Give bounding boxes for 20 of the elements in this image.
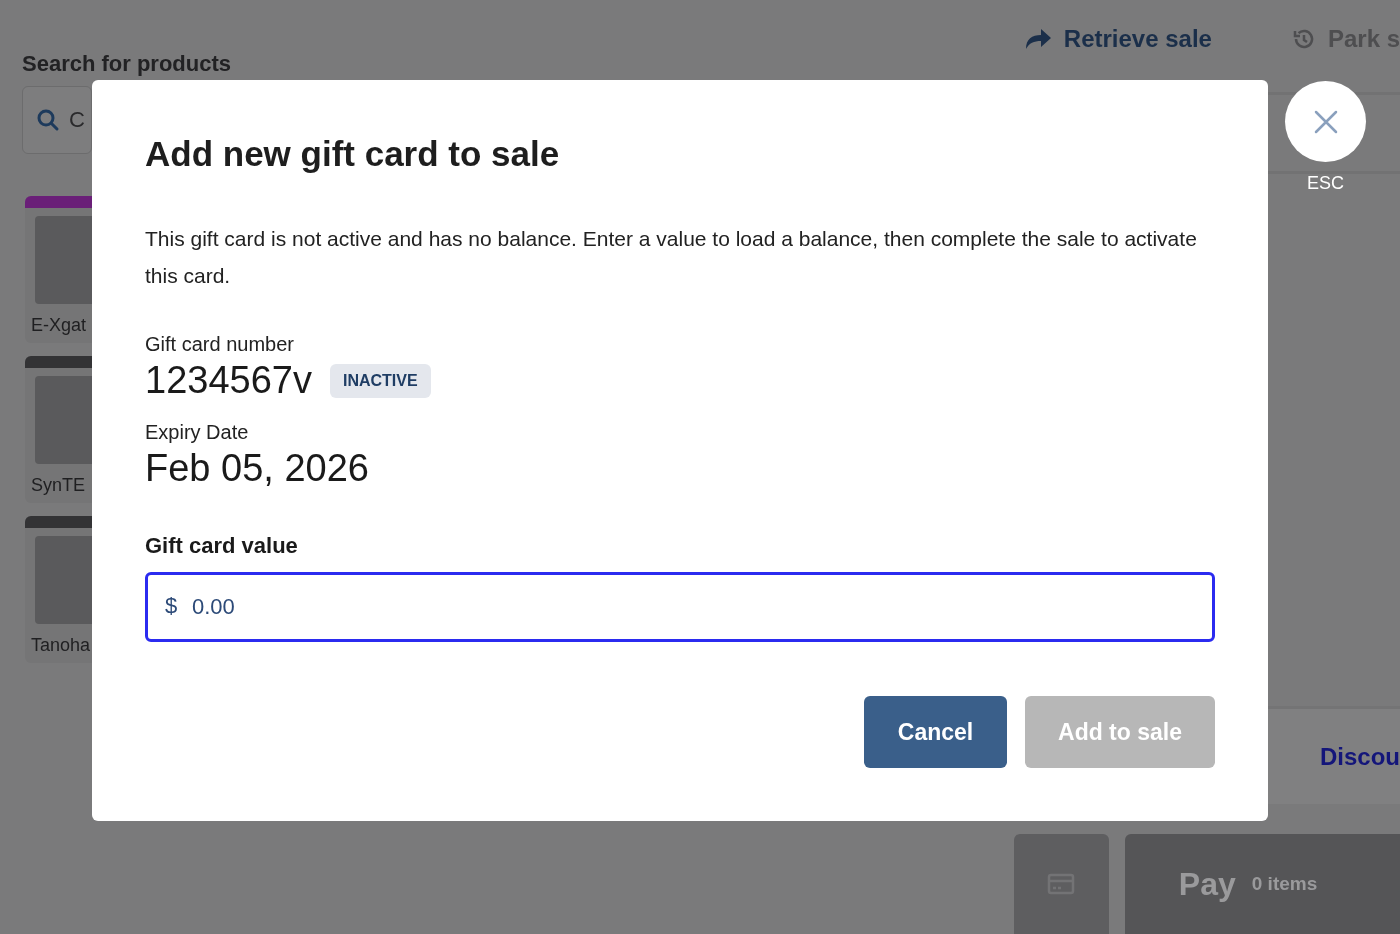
close-icon: [1313, 109, 1338, 134]
dialog-button[interactable]: Cancel: [864, 695, 1007, 768]
product-name: E-Xgat: [31, 313, 88, 337]
escape-key-hint: ESC: [1307, 172, 1344, 195]
dialog-title: Add new gift card to sale: [145, 133, 561, 175]
product-name: SynTE: [31, 473, 87, 497]
input-label: Gift card value: [145, 531, 299, 560]
field-value: Feb 05, 2026: [145, 446, 369, 492]
currency-prefix: $: [165, 591, 178, 620]
search-field[interactable]: C: [22, 85, 92, 154]
discount-link[interactable]: Discou: [1320, 738, 1400, 775]
dialog-message: This gift card is not active and has no balance. Enter a value to load a balance, then complete the sale to activate this card.: [145, 225, 1198, 289]
field-value: 1234567v: [145, 357, 312, 403]
search-label: Search for products: [22, 50, 233, 78]
field-label: Expiry Date: [145, 420, 250, 446]
search-icon: [36, 107, 60, 132]
status-badge: INACTIVE: [329, 363, 431, 398]
product-name: Tanoha: [31, 633, 92, 657]
toolbar-button[interactable]: Retrieve sale: [1023, 21, 1212, 58]
field-label: Gift card number: [145, 331, 295, 357]
